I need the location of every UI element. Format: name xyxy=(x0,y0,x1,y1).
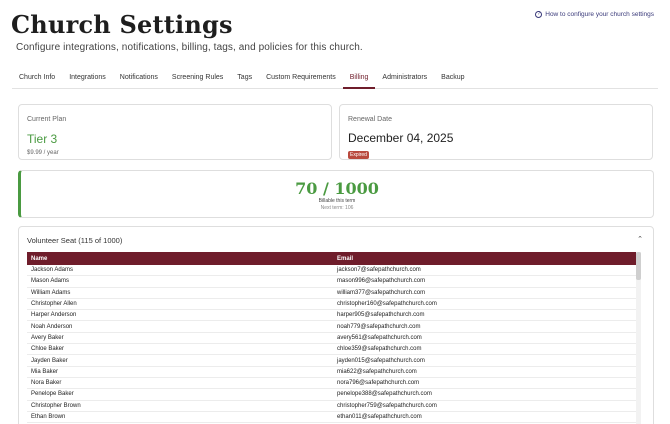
help-icon: ? xyxy=(535,11,543,18)
volunteer-email: nora796@safepathchurch.com xyxy=(337,380,420,387)
settings-tabs: Church Info Integrations Notifications S… xyxy=(12,70,658,89)
plan-price: $9.99 / year xyxy=(27,150,59,156)
volunteer-name: Chloe Baker xyxy=(31,346,65,353)
volunteer-email: harper905@safepathchurch.com xyxy=(337,312,425,319)
volunteer-email: mia622@safepathchurch.com xyxy=(337,368,417,375)
column-header-name[interactable]: Name xyxy=(27,256,333,262)
volunteer-email: mason996@safepathchurch.com xyxy=(337,278,426,285)
volunteer-name: Jayden Baker xyxy=(31,357,68,364)
help-link-label: How to configure your church settings xyxy=(545,11,654,18)
renewal-date-value: December 04, 2025 xyxy=(348,131,454,145)
table-row[interactable]: Christopher Allen christopher160@safepath… xyxy=(27,299,639,311)
table-row[interactable]: Ethan Brown ethan011@safepathchurch.com xyxy=(27,412,639,424)
table-row[interactable]: Jackson Adams jackson7@safepathchurch.com xyxy=(27,265,639,277)
table-row[interactable]: Penelope Baker penelope388@safepathchurch… xyxy=(27,389,639,401)
volunteer-email: avery561@safepathchurch.com xyxy=(337,334,422,341)
volunteer-name: William Adams xyxy=(31,289,71,296)
seats-next-term: Next term: 106 xyxy=(320,205,354,211)
tab-notifications[interactable]: Notifications xyxy=(113,70,165,89)
volunteer-email: william377@safepathchurch.com xyxy=(337,289,426,296)
table-row[interactable]: Harper Anderson harper905@safepathchurch.… xyxy=(27,310,639,322)
tab-integrations[interactable]: Integrations xyxy=(62,70,113,89)
volunteer-seat-header[interactable]: Volunteer Seat (115 of 1000) xyxy=(27,236,122,245)
volunteer-email: jackson7@safepathchurch.com xyxy=(337,267,421,274)
volunteer-name: Harper Anderson xyxy=(31,312,77,319)
current-plan-card: Current Plan Tier 3 $9.99 / year xyxy=(18,104,332,160)
status-badge: Expired xyxy=(348,151,369,159)
renewal-date-card: Renewal Date December 04, 2025 Expired xyxy=(339,104,653,160)
tab-tags[interactable]: Tags xyxy=(230,70,259,89)
volunteer-email: christopher160@safepathchurch.com xyxy=(337,301,437,308)
tab-screening-rules[interactable]: Screening Rules xyxy=(165,70,230,89)
volunteer-email: noah779@safepathchurch.com xyxy=(337,323,421,330)
tab-billing[interactable]: Billing xyxy=(342,70,376,89)
volunteer-name: Avery Baker xyxy=(31,334,64,341)
volunteer-name: Ethan Brown xyxy=(31,414,66,420)
tab-church-info[interactable]: Church Info xyxy=(12,70,62,89)
volunteer-email: ethan011@safepathchurch.com xyxy=(337,414,422,420)
tab-backup[interactable]: Backup xyxy=(434,70,471,89)
volunteer-name: Jackson Adams xyxy=(31,267,74,274)
seats-subtitle: Billable this term xyxy=(318,198,356,204)
volunteer-seat-panel: Volunteer Seat (115 of 1000) ⌃ Name Emai… xyxy=(18,226,654,424)
scrollbar-thumb[interactable] xyxy=(636,252,641,280)
table-row[interactable]: Mason Adams mason996@safepathchurch.com xyxy=(27,276,639,288)
tab-administrators[interactable]: Administrators xyxy=(375,70,434,89)
volunteer-email: christopher759@safepathchurch.com xyxy=(337,402,437,409)
volunteer-name: Mia Baker xyxy=(31,368,59,375)
volunteer-email: chloe359@safepathchurch.com xyxy=(337,346,422,353)
billable-seats-card: 70 / 1000 Billable this term Next term: … xyxy=(18,170,654,218)
tab-custom-requirements[interactable]: Custom Requirements xyxy=(259,70,343,89)
help-link[interactable]: ? How to configure your church settings xyxy=(535,11,654,18)
volunteer-name: Noah Anderson xyxy=(31,323,73,330)
table-row[interactable]: Noah Anderson noah779@safepathchurch.com xyxy=(27,321,639,333)
volunteer-email: jayden015@safepathchurch.com xyxy=(337,357,425,364)
plan-tier: Tier 3 xyxy=(27,132,58,146)
table-row[interactable]: William Adams william377@safepathchurch.c… xyxy=(27,288,639,299)
seats-count: 70 / 1000 xyxy=(295,179,379,198)
table-header: Name Email xyxy=(27,252,639,265)
volunteer-name: Penelope Baker xyxy=(31,391,74,398)
volunteer-table: Name Email Jackson Adams jackson7@safepat… xyxy=(27,252,639,424)
column-header-email[interactable]: Email xyxy=(333,256,639,262)
volunteer-name: Nora Baker xyxy=(31,380,62,387)
page-subtitle: Configure integrations, notifications, b… xyxy=(16,42,363,53)
table-scrollbar[interactable] xyxy=(636,252,641,424)
renewal-date-label: Renewal Date xyxy=(348,116,392,123)
volunteer-email: penelope388@safepathchurch.com xyxy=(337,391,432,398)
table-row[interactable]: Avery Baker avery561@safepathchurch.com xyxy=(27,333,639,345)
volunteer-name: Mason Adams xyxy=(31,278,70,285)
volunteer-name: Christopher Brown xyxy=(31,402,81,409)
collapse-chevron-icon[interactable]: ⌃ xyxy=(637,235,643,243)
table-row[interactable]: Christopher Brown christopher759@safepath… xyxy=(27,401,639,412)
page-title: Church Settings xyxy=(11,10,233,39)
table-row[interactable]: Jayden Baker jayden015@safepathchurch.com xyxy=(27,355,639,367)
table-row[interactable]: Nora Baker nora796@safepathchurch.com xyxy=(27,378,639,390)
table-row[interactable]: Chloe Baker chloe359@safepathchurch.com xyxy=(27,344,639,356)
table-row[interactable]: Mia Baker mia622@safepathchurch.com xyxy=(27,367,639,378)
volunteer-name: Christopher Allen xyxy=(31,301,77,308)
current-plan-label: Current Plan xyxy=(27,116,67,123)
